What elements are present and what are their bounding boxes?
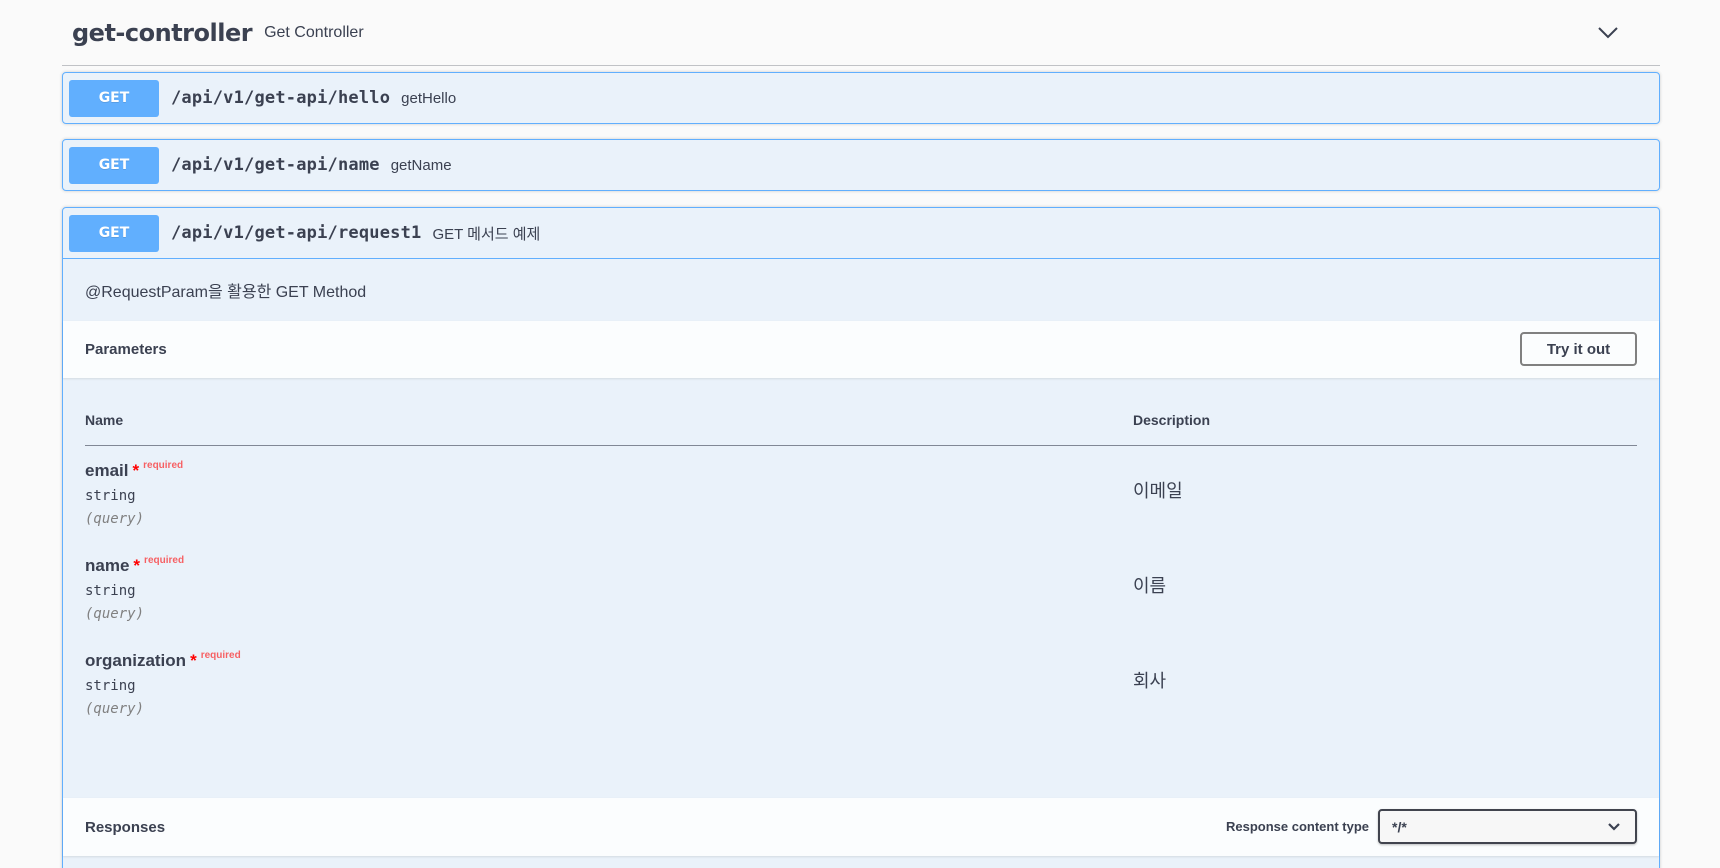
operation-body: @RequestParam을 활용한 GET Method Parameters… [63, 258, 1659, 856]
parameters-title: Parameters [85, 341, 167, 358]
operation-description: @RequestParam을 활용한 GET Method [85, 284, 367, 301]
tag-section-header[interactable]: get-controller Get Controller [62, 0, 1660, 66]
http-method-badge: GET [69, 79, 159, 117]
parameter-row-organization: organization * required string (query) 회사 [85, 636, 1637, 731]
response-content-type-select[interactable]: */* [1378, 809, 1637, 844]
parameter-row-name: name * required string (query) 이름 [85, 541, 1637, 636]
parameter-location: (query) [85, 701, 145, 717]
parameter-location: (query) [85, 606, 145, 622]
chevron-down-icon [1608, 823, 1620, 831]
parameter-name: organization * required [85, 650, 241, 671]
parameters-table: Name Description email * required string (… [63, 378, 1659, 798]
parameter-type: string [85, 488, 136, 504]
response-content-type-value: */* [1392, 818, 1407, 835]
operation-path: /api/v1/get-api/request1 [171, 223, 422, 243]
parameter-name: email * required [85, 460, 184, 481]
required-star: * [132, 461, 140, 480]
operation-get-hello[interactable]: GET /api/v1/get-api/hello getHello [62, 72, 1660, 124]
operation-summary-text: GET 메서드 예제 [432, 225, 541, 243]
operation-get-request1: GET /api/v1/get-api/request1 GET 메서드 예제 … [62, 207, 1660, 868]
column-header-description: Description [1133, 412, 1211, 428]
parameters-header: Parameters Try it out [63, 321, 1659, 378]
parameters-table-header: Name Description [85, 378, 1637, 446]
parameter-row-email: email * required string (query) 이메일 [85, 446, 1637, 541]
tag-description: Get Controller [264, 23, 364, 41]
parameter-location: (query) [85, 511, 145, 527]
operation-get-name[interactable]: GET /api/v1/get-api/name getName [62, 139, 1660, 191]
parameter-description: 회사 [1133, 671, 1167, 692]
required-label: required [144, 555, 185, 566]
operation-summary[interactable]: GET /api/v1/get-api/hello getHello [63, 73, 1659, 123]
operation-summary[interactable]: GET /api/v1/get-api/name getName [63, 140, 1659, 190]
operation-path: /api/v1/get-api/name [171, 155, 380, 175]
parameter-name-text: name [85, 556, 130, 575]
try-it-out-button[interactable]: Try it out [1520, 332, 1637, 366]
parameter-name-text: organization [85, 651, 187, 670]
parameter-type: string [85, 678, 136, 694]
parameter-description: 이메일 [1133, 481, 1183, 502]
operation-summary-text: getHello [401, 89, 457, 107]
parameter-type: string [85, 583, 136, 599]
responses-header: Responses Response content type */* [63, 798, 1659, 856]
operation-summary[interactable]: GET /api/v1/get-api/request1 GET 메서드 예제 [63, 208, 1659, 258]
http-method-badge: GET [69, 214, 159, 252]
tag-title: get-controller [72, 18, 253, 47]
required-star: * [133, 556, 141, 575]
parameter-name: name * required [85, 555, 185, 576]
required-label: required [143, 460, 184, 471]
required-star: * [190, 651, 197, 670]
responses-title: Responses [85, 818, 166, 836]
chevron-down-icon[interactable] [1596, 22, 1620, 42]
operation-path: /api/v1/get-api/hello [171, 88, 391, 108]
column-header-name: Name [85, 412, 124, 428]
response-content-type-label: Response content type [1225, 819, 1369, 834]
operation-summary-text: getName [390, 156, 452, 174]
http-method-badge: GET [69, 146, 159, 184]
parameter-name-text: email [85, 461, 129, 480]
required-label: required [200, 650, 241, 661]
parameter-description: 이름 [1133, 576, 1167, 597]
